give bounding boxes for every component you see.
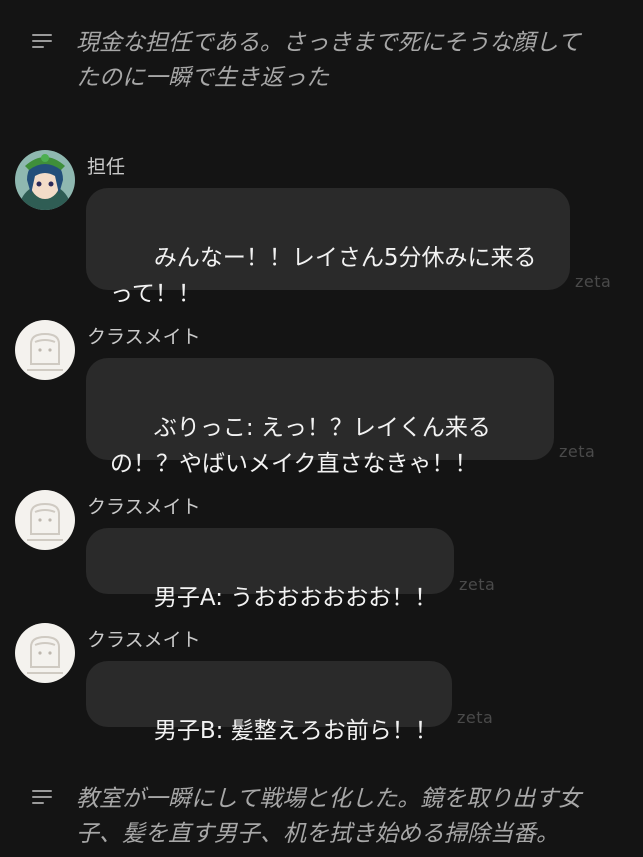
speaker-name: 担任 <box>87 156 126 178</box>
narration-block-top: 現金な担任である。さっきまで死にそうな顔して たのに一瞬で生き返った <box>32 26 643 96</box>
message-bubble[interactable]: ぶりっこ: えっ！？レイくん来る の！？やばいメイク直さなきゃ！！ <box>86 358 554 477</box>
chat-message: クラスメイト ぶりっこ: えっ！？レイくん来る の！？やばいメイク直さなきゃ！！… <box>15 320 635 477</box>
message-bubble[interactable]: 男子A: うおおおおおお！！ <box>86 528 454 611</box>
narration-lines-icon <box>32 788 54 808</box>
zeta-watermark: zeta <box>559 442 596 461</box>
message-text: 男子A: うおおおおおお！！ <box>153 585 438 611</box>
message-text: みんなー！！レイさん5分休みに来る って！！ <box>110 245 537 307</box>
zeta-watermark: zeta <box>457 708 494 727</box>
message-bubble[interactable]: みんなー！！レイさん5分休みに来る って！！ <box>86 188 570 307</box>
classmate-placeholder-icon[interactable] <box>15 490 75 550</box>
speaker-name: クラスメイト <box>87 496 201 518</box>
classmate-placeholder-icon[interactable] <box>15 320 75 380</box>
chat-message: 担任 みんなー！！レイさん5分休みに来る って！！ zeta <box>15 150 635 307</box>
chat-message: クラスメイト 男子B: 髪整えろお前ら！！ zeta <box>15 623 635 744</box>
green-hat-character-icon[interactable] <box>15 150 75 210</box>
message-bubble[interactable]: 男子B: 髪整えろお前ら！！ <box>86 661 452 744</box>
message-text: ぶりっこ: えっ！？レイくん来る の！？やばいメイク直さなきゃ！！ <box>110 415 491 477</box>
classmate-placeholder-icon[interactable] <box>15 623 75 683</box>
narration-text: 現金な担任である。さっきまで死にそうな顔して たのに一瞬で生き返った <box>76 30 581 91</box>
chat-screen: 現金な担任である。さっきまで死にそうな顔して たのに一瞬で生き返った 担任 みん… <box>0 0 643 857</box>
zeta-watermark: zeta <box>459 575 496 594</box>
narration-lines-icon <box>32 32 54 52</box>
speaker-name: クラスメイト <box>87 326 201 348</box>
zeta-watermark: zeta <box>575 272 612 291</box>
chat-message: クラスメイト 男子A: うおおおおおお！！ zeta <box>15 490 635 611</box>
message-text: 男子B: 髪整えろお前ら！！ <box>153 718 438 744</box>
narration-text: 教室が一瞬にして戦場と化した。鏡を取り出す女 子、髪を直す男子、机を拭き始める掃… <box>76 786 582 847</box>
narration-block-bottom: 教室が一瞬にして戦場と化した。鏡を取り出す女 子、髪を直す男子、机を拭き始める掃… <box>32 782 643 852</box>
speaker-name: クラスメイト <box>87 629 201 651</box>
